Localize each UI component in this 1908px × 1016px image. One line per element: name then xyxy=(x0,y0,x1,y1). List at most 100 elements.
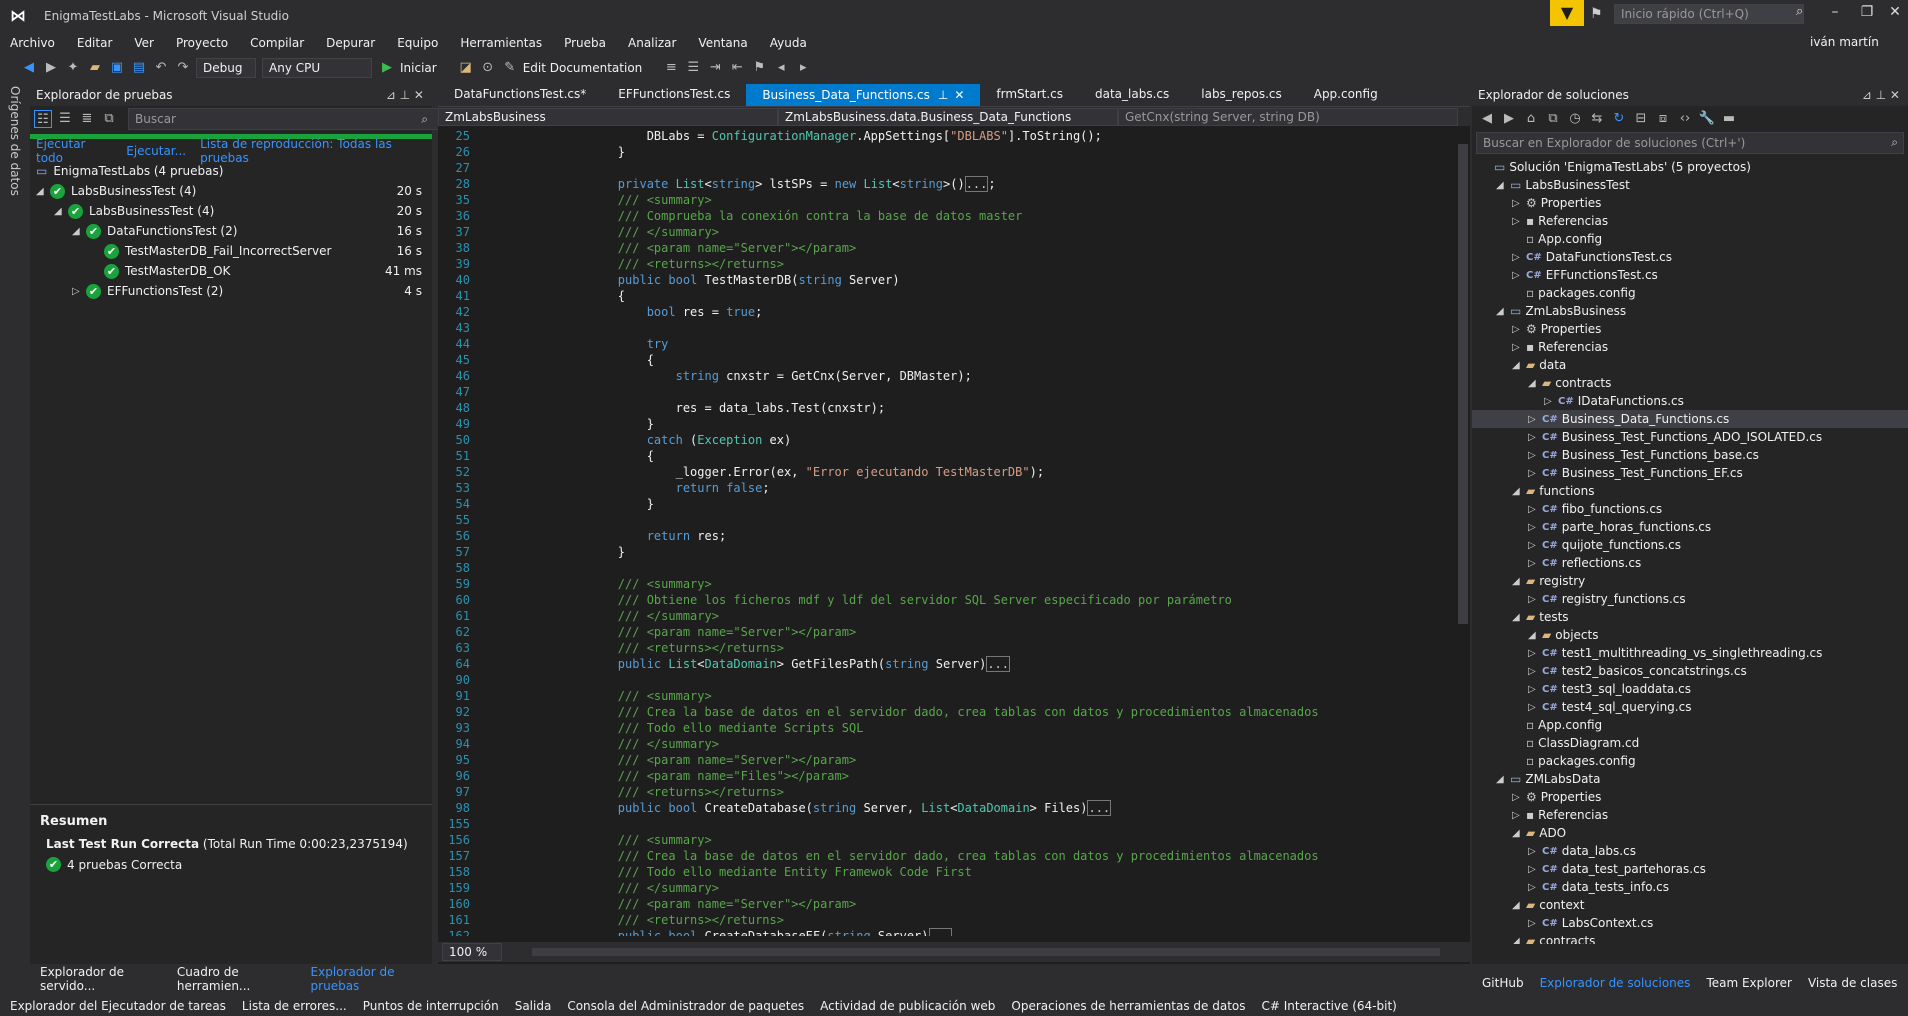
collapsed-arrow-icon[interactable]: ▷ xyxy=(1512,252,1526,263)
code-line[interactable]: 62 /// <param name="Server"></param> xyxy=(438,624,1470,640)
outdent-icon[interactable]: ⇤ xyxy=(728,59,746,77)
solution-tree-item[interactable]: ◢ ▰ functions xyxy=(1472,482,1908,500)
collapsed-arrow-icon[interactable]: ▷ xyxy=(1528,504,1542,515)
solution-tree-item[interactable]: ▫ App.config xyxy=(1472,230,1908,248)
last-run-status[interactable]: Last Test Run Correcta xyxy=(46,837,199,851)
hierarchy-icon[interactable]: ☰ xyxy=(56,110,74,128)
tab-web-publish[interactable]: Actividad de publicación web xyxy=(820,999,995,1013)
menu-compilar[interactable]: Compilar xyxy=(250,36,304,50)
solution-tree-item[interactable]: ▷ C# DataFunctionsTest.cs xyxy=(1472,248,1908,266)
horizontal-scrollbar[interactable] xyxy=(532,948,1440,956)
code-line[interactable]: 35 /// <summary> xyxy=(438,192,1470,208)
solution-tree-item[interactable]: ◢ ▰ contracts xyxy=(1472,374,1908,392)
minimize-icon[interactable]: – xyxy=(1820,4,1850,20)
expanded-arrow-icon[interactable]: ◢ xyxy=(1496,306,1510,317)
pin-icon[interactable]: ⊿ ⊥ ✕ xyxy=(386,88,424,102)
solution-tree-item[interactable]: ▷ ▪ Referencias xyxy=(1472,338,1908,356)
forward-icon[interactable]: ▶ xyxy=(42,59,60,77)
code-line[interactable]: 98 public bool CreateDatabase(string Ser… xyxy=(438,800,1470,816)
collapsed-arrow-icon[interactable]: ▷ xyxy=(1528,648,1542,659)
solution-tree-item[interactable]: ◢ ▰ objects xyxy=(1472,626,1908,644)
open-folder-icon[interactable]: ▰ xyxy=(86,59,104,77)
zoom-select[interactable]: 100 % xyxy=(442,943,502,961)
solution-tree-item[interactable]: ▷ C# test1_multithreading_vs_singlethreadi… xyxy=(1472,644,1908,662)
solution-search-input[interactable]: Buscar en Explorador de soluciones (Ctrl… xyxy=(1476,132,1904,154)
test-tree-row[interactable]: ◢ ✔ DataFunctionsTest (2) 16 s xyxy=(30,221,432,241)
collapsed-arrow-icon[interactable]: ▷ xyxy=(1512,810,1526,821)
project-dropdown[interactable]: ZmLabsBusiness xyxy=(438,107,778,126)
close-icon[interactable]: ✕ xyxy=(1880,4,1908,20)
save-icon[interactable]: ▣ xyxy=(108,59,126,77)
menu-herramientas[interactable]: Herramientas xyxy=(460,36,542,50)
pending-changes-icon[interactable]: ◷ xyxy=(1566,110,1584,128)
code-line[interactable]: 162 public bool CreateDatabaseEF(string … xyxy=(438,928,1470,936)
save-all-icon[interactable]: ▤ xyxy=(130,59,148,77)
tab-output[interactable]: Salida xyxy=(515,999,552,1013)
solution-tree-item[interactable]: ▷ C# registry_functions.cs xyxy=(1472,590,1908,608)
code-line[interactable]: 36 /// Comprueba la conexión contra la b… xyxy=(438,208,1470,224)
feedback-icon[interactable]: ⚑ xyxy=(1590,6,1603,22)
code-line[interactable]: 157 /// Crea la base de datos en el serv… xyxy=(438,848,1470,864)
run-dropdown-link[interactable]: Ejecutar... xyxy=(126,144,186,158)
tab-task-runner[interactable]: Explorador del Ejecutador de tareas xyxy=(10,999,226,1013)
code-line[interactable]: 47 xyxy=(438,384,1470,400)
collapsed-arrow-icon[interactable]: ▷ xyxy=(1512,342,1526,353)
tab-server-explorer[interactable]: Explorador de servido... xyxy=(40,965,161,993)
code-line[interactable]: 96 /// <param name="Files"></param> xyxy=(438,768,1470,784)
test-tree-row[interactable]: ▷ ✔ EFFunctionsTest (2) 4 s xyxy=(30,281,432,301)
code-line[interactable]: 93 /// Todo ello mediante Scripts SQL xyxy=(438,720,1470,736)
sync-icon[interactable]: ⇆ xyxy=(1588,110,1606,128)
code-line[interactable]: 54 } xyxy=(438,496,1470,512)
copy-icon[interactable]: ⧉ xyxy=(100,110,118,128)
menu-depurar[interactable]: Depurar xyxy=(326,36,375,50)
solution-tree-item[interactable]: ▷ C# Business_Test_Functions_ADO_ISOLATED.… xyxy=(1472,428,1908,446)
tab-labs-repos[interactable]: labs_repos.cs xyxy=(1185,84,1297,106)
code-line[interactable]: 90 xyxy=(438,672,1470,688)
collapsed-arrow-icon[interactable]: ▷ xyxy=(1528,468,1542,479)
code-line[interactable]: 55 xyxy=(438,512,1470,528)
solution-tree-item[interactable]: ▫ ClassDiagram.cd xyxy=(1472,734,1908,752)
code-line[interactable]: 53 return false; xyxy=(438,480,1470,496)
collapsed-arrow-icon[interactable]: ▷ xyxy=(1512,270,1526,281)
collapsed-arrow-icon[interactable]: ▷ xyxy=(1528,594,1542,605)
test-tree-row[interactable]: ◢ ✔ LabsBusinessTest (4) 20 s xyxy=(30,201,432,221)
code-line[interactable]: 49 } xyxy=(438,416,1470,432)
solution-tree-item[interactable]: ▷ C# data_labs.cs xyxy=(1472,842,1908,860)
solution-tree-item[interactable]: ▷ C# data_test_partehoras.cs xyxy=(1472,860,1908,878)
collapsed-arrow-icon[interactable]: ▷ xyxy=(1528,558,1542,569)
expanded-arrow-icon[interactable]: ◢ xyxy=(1496,180,1510,191)
solution-tree-item[interactable]: ▷ ⚙ Properties xyxy=(1472,194,1908,212)
solution-tree-item[interactable]: ▷ C# Business_Test_Functions_base.cs xyxy=(1472,446,1908,464)
solution-tree-item[interactable]: ▷ ▪ Referencias xyxy=(1472,212,1908,230)
view-code-icon[interactable]: ‹› xyxy=(1676,110,1694,128)
solution-tree-item[interactable]: ◢ ▰ contracts xyxy=(1472,932,1908,944)
expanded-arrow-icon[interactable]: ◢ xyxy=(1528,630,1542,641)
collapsed-arrow-icon[interactable]: ▷ xyxy=(1544,396,1558,407)
code-line[interactable]: 92 /// Crea la base de datos en el servi… xyxy=(438,704,1470,720)
solution-tree-item[interactable]: ▷ C# test2_basicos_concatstrings.cs xyxy=(1472,662,1908,680)
solution-tree-item[interactable]: ▫ packages.config xyxy=(1472,752,1908,770)
collapsed-arrow-icon[interactable]: ▷ xyxy=(1528,702,1542,713)
solution-tree-item[interactable]: ▫ packages.config xyxy=(1472,284,1908,302)
code-line[interactable]: 51 { xyxy=(438,448,1470,464)
target-icon[interactable]: ⊙ xyxy=(479,59,497,77)
user-name[interactable]: iván martín xyxy=(1810,35,1879,49)
comment-icon[interactable]: ☰ xyxy=(684,59,702,77)
code-area[interactable]: 25 DBLabs = ConfigurationManager.AppSett… xyxy=(438,126,1470,936)
quick-launch-input[interactable]: Inicio rápido (Ctrl+Q) xyxy=(1614,4,1804,24)
tab-class-view[interactable]: Vista de clases xyxy=(1808,976,1897,990)
solution-tree-item[interactable]: ▷ C# Business_Test_Functions_EF.cs xyxy=(1472,464,1908,482)
test-tree-row[interactable]: ◢ ✔ LabsBusinessTest (4) 20 s xyxy=(30,181,432,201)
switch-view-icon[interactable]: ⧉ xyxy=(1544,110,1562,128)
code-line[interactable]: 50 catch (Exception ex) xyxy=(438,432,1470,448)
solution-tree-item[interactable]: ▷ C# test4_sql_querying.cs xyxy=(1472,698,1908,716)
code-line[interactable]: 26 } xyxy=(438,144,1470,160)
code-line[interactable]: 158 /// Todo ello mediante Entity Framew… xyxy=(438,864,1470,880)
indent-icon[interactable]: ⇥ xyxy=(706,59,724,77)
pin-icon[interactable]: ⊿ ⊥ ✕ xyxy=(1862,88,1900,102)
start-button[interactable]: Iniciar xyxy=(400,61,437,75)
expanded-arrow-icon[interactable]: ◢ xyxy=(1512,360,1526,371)
solution-tree-item[interactable]: ▷ C# EFFunctionsTest.cs xyxy=(1472,266,1908,284)
test-tree-row[interactable]: ✔ TestMasterDB_Fail_IncorrectServer 16 s xyxy=(30,241,432,261)
code-line[interactable]: 91 /// <summary> xyxy=(438,688,1470,704)
